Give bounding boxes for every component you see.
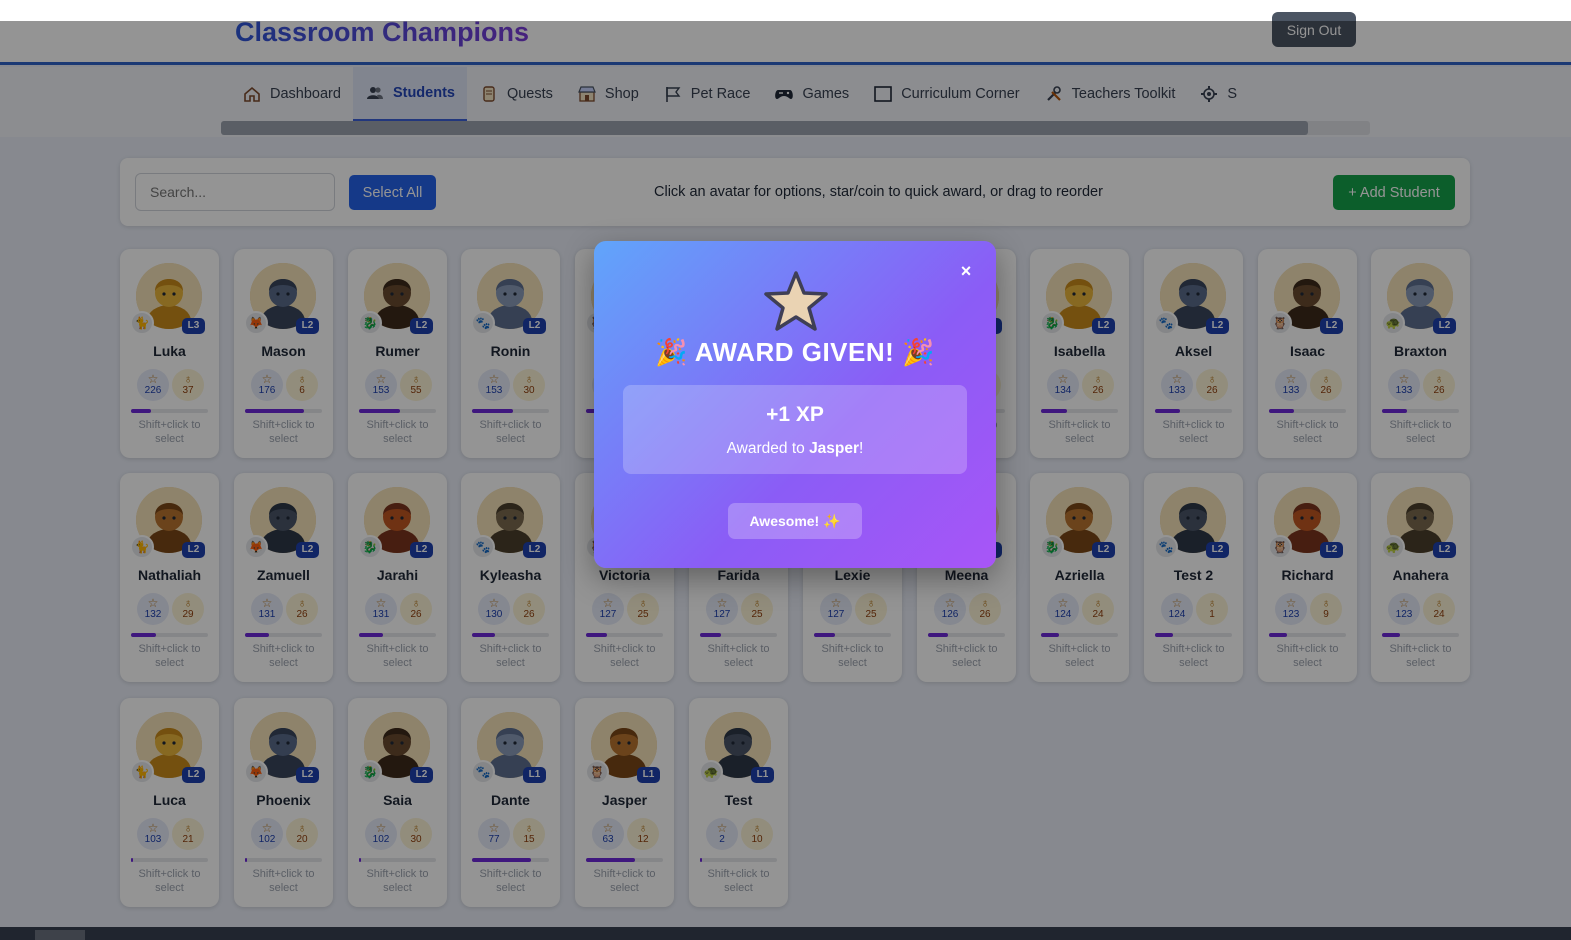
- modal-title: AWARD GIVEN!: [694, 337, 895, 367]
- party-popper-icon: 🎉: [902, 337, 935, 367]
- modal-title-row: 🎉 AWARD GIVEN! 🎉: [594, 337, 996, 368]
- award-amount: +1 XP: [766, 403, 824, 426]
- award-prefix: Awarded to: [726, 440, 810, 457]
- awesome-button[interactable]: Awesome! ✨: [728, 503, 862, 539]
- close-icon[interactable]: ×: [955, 260, 977, 282]
- star-icon: [764, 271, 828, 331]
- recipient-name: Jasper: [809, 440, 860, 457]
- party-popper-icon: 🎉: [655, 337, 688, 367]
- award-suffix: !: [859, 440, 864, 457]
- award-modal: × 🎉 AWARD GIVEN! 🎉 +1 XP Awarded to Jasp…: [594, 241, 996, 568]
- award-recipient: Awarded to Jasper!: [623, 440, 967, 458]
- award-summary: +1 XP Awarded to Jasper!: [623, 385, 967, 474]
